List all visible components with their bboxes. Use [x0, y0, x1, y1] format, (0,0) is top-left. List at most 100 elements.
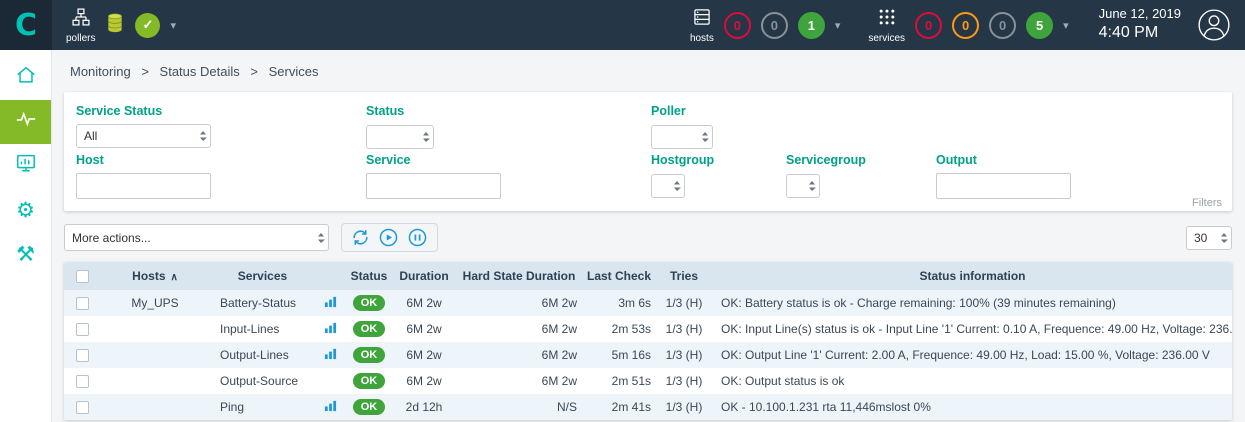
monitoring-controls: [341, 223, 438, 252]
service-link[interactable]: Battery-Status: [220, 296, 296, 310]
service-graph-icon[interactable]: [324, 347, 337, 360]
host-link[interactable]: My_UPS: [131, 296, 178, 310]
duration-cell: 2d 12h: [393, 394, 455, 420]
duration-cell: 6M 2w: [393, 290, 455, 316]
column-header-services[interactable]: Services: [210, 262, 315, 290]
pause-button[interactable]: [407, 227, 428, 248]
status-information-cell: OK - 10.100.1.231 rta 11,446mslost 0%: [713, 394, 1232, 420]
select-arrows-icon: [317, 232, 325, 244]
service-link[interactable]: Output-Lines: [220, 348, 289, 362]
table-row: My_UPS Battery-Status OK: [64, 290, 1232, 316]
service-graph-icon[interactable]: [324, 295, 337, 308]
hosts-up-counter[interactable]: 1: [798, 12, 825, 39]
more-actions-select[interactable]: More actions...: [64, 224, 329, 251]
last-check-cell: 3m 6s: [583, 290, 655, 316]
services-menu[interactable]: services: [868, 7, 905, 44]
column-header-status-information[interactable]: Status information: [713, 262, 1232, 290]
service-status-select[interactable]: All: [76, 124, 211, 148]
services-ok-counter[interactable]: 5: [1026, 12, 1053, 39]
services-label: services: [868, 33, 905, 44]
page-size-select[interactable]: 30: [1186, 226, 1232, 250]
select-arrows-icon: [701, 131, 709, 143]
breadcrumb-status-details[interactable]: Status Details: [160, 64, 240, 79]
breadcrumb-separator: >: [250, 64, 258, 79]
time-text: 4:40 PM: [1099, 23, 1181, 44]
main-content: Monitoring > Status Details > Services S…: [52, 50, 1245, 422]
row-checkbox[interactable]: [76, 297, 89, 310]
column-header-hard-state-duration[interactable]: Hard State Duration: [455, 262, 583, 290]
table-row: Input-Lines OK 6M 2w: [64, 316, 1232, 342]
home-icon: [15, 64, 37, 92]
service-graph-icon[interactable]: [324, 321, 337, 334]
tries-cell: 1/3 (H): [655, 290, 713, 316]
status-information-cell: OK: Output Line '1' Current: 2.00 A, Fre…: [713, 342, 1232, 368]
chevron-down-icon[interactable]: ▾: [835, 19, 841, 32]
row-checkbox[interactable]: [76, 401, 89, 414]
hard-state-duration-cell: 6M 2w: [455, 342, 583, 368]
table-body: My_UPS Battery-Status OK: [64, 290, 1232, 420]
service-link[interactable]: Input-Lines: [220, 322, 279, 336]
play-button[interactable]: [378, 227, 399, 248]
sidebar-item-home[interactable]: [0, 56, 51, 100]
chart-board-icon: [15, 152, 37, 180]
table-row: Output-Source OK 6M 2w: [64, 368, 1232, 394]
services-critical-counter[interactable]: 0: [915, 12, 942, 39]
output-input[interactable]: [936, 173, 1071, 199]
hosts-menu[interactable]: hosts: [690, 7, 714, 44]
host-label: Host: [76, 153, 366, 167]
hosts-label: hosts: [690, 33, 714, 44]
status-select[interactable]: [366, 125, 434, 149]
hosts-column-label: Hosts: [132, 269, 165, 283]
services-warning-counter[interactable]: 0: [952, 12, 979, 39]
table-row: Ping OK 2d 12h: [64, 394, 1232, 420]
hard-state-duration-cell: 6M 2w: [455, 316, 583, 342]
sidebar-item-monitoring[interactable]: [0, 100, 51, 144]
sidebar-item-configuration[interactable]: ⚙: [0, 188, 51, 232]
user-profile-icon[interactable]: [1197, 8, 1231, 42]
database-icon: [105, 12, 125, 39]
row-checkbox[interactable]: [76, 375, 89, 388]
service-status-value: All: [84, 129, 97, 143]
servicegroup-label: Servicegroup: [786, 153, 936, 167]
tries-cell: 1/3 (H): [655, 368, 713, 394]
select-all-checkbox[interactable]: [76, 270, 89, 283]
column-header-hosts[interactable]: Hosts∧: [100, 262, 210, 290]
centreon-logo[interactable]: C: [0, 0, 52, 50]
tries-cell: 1/3 (H): [655, 394, 713, 420]
row-checkbox[interactable]: [76, 349, 89, 362]
column-header-last-check[interactable]: Last Check: [583, 262, 655, 290]
column-header-duration[interactable]: Duration: [393, 262, 455, 290]
chevron-down-icon[interactable]: ▾: [1063, 19, 1069, 32]
column-header-tries[interactable]: Tries: [655, 262, 713, 290]
breadcrumb-separator: >: [141, 64, 149, 79]
service-link[interactable]: Ping: [220, 400, 244, 414]
breadcrumb-services[interactable]: Services: [269, 64, 319, 79]
breadcrumb: Monitoring > Status Details > Services: [70, 64, 1232, 79]
hosts-down-counter[interactable]: 0: [724, 12, 751, 39]
status-badge: OK: [353, 295, 385, 311]
filters-caption: Filters: [1192, 197, 1222, 209]
servicegroup-select[interactable]: [786, 174, 820, 198]
host-input[interactable]: [76, 173, 211, 199]
breadcrumb-monitoring[interactable]: Monitoring: [70, 64, 131, 79]
services-unknown-counter[interactable]: 0: [989, 12, 1016, 39]
row-checkbox[interactable]: [76, 323, 89, 336]
pulse-icon: [15, 108, 37, 136]
hosts-unreachable-counter[interactable]: 0: [761, 12, 788, 39]
services-table: Hosts∧ Services Status Duration Hard Sta…: [64, 262, 1232, 420]
column-header-status[interactable]: Status: [345, 262, 393, 290]
hosts-status-group: hosts 0 0 1 ▾: [676, 7, 854, 44]
service-input[interactable]: [366, 173, 501, 199]
service-graph-icon[interactable]: [324, 399, 337, 412]
sidebar-item-reporting[interactable]: [0, 144, 51, 188]
select-arrows-icon: [673, 180, 681, 192]
hostgroup-select[interactable]: [651, 174, 685, 198]
chevron-down-icon[interactable]: ▾: [170, 19, 176, 32]
pollers-menu[interactable]: pollers: [66, 7, 95, 44]
status-information-cell: OK: Input Line(s) status is ok - Input L…: [713, 316, 1232, 342]
poller-select[interactable]: [651, 125, 713, 149]
refresh-button[interactable]: [351, 228, 370, 247]
sidebar-item-administration[interactable]: ⚒: [0, 232, 51, 276]
more-actions-value: More actions...: [72, 231, 151, 245]
service-link[interactable]: Output-Source: [220, 374, 298, 388]
